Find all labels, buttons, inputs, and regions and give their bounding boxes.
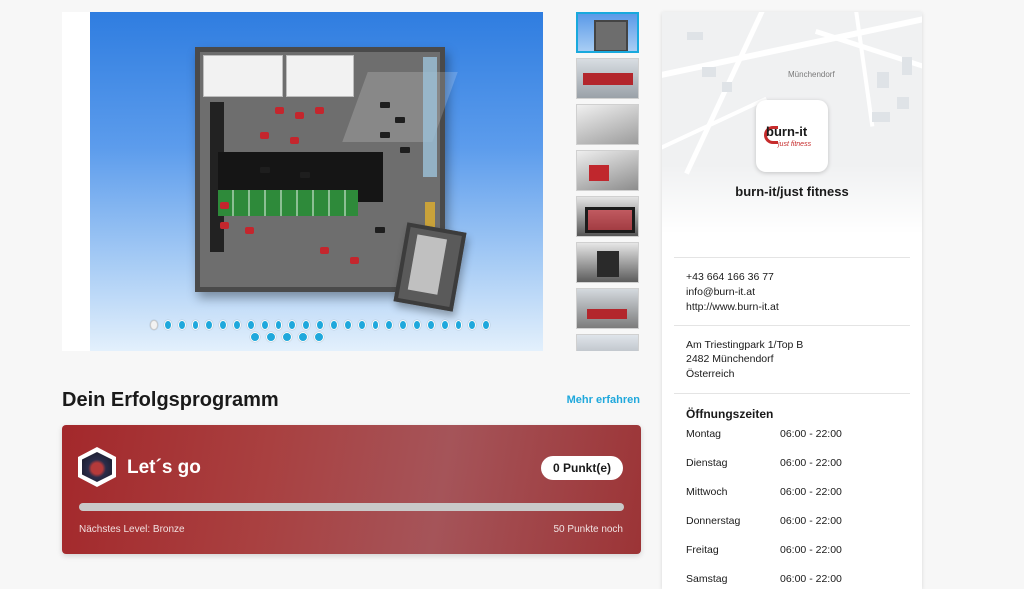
gallery-pagination-dot[interactable] <box>426 320 435 330</box>
gallery-pagination-dot[interactable] <box>150 320 158 330</box>
gallery-pagination-dot[interactable] <box>440 320 449 330</box>
gym-logo-text: burn-it <box>766 124 808 139</box>
gym-logo: burn-it just fitness <box>756 100 828 172</box>
weekday: Mittwoch <box>686 486 728 498</box>
gallery-main-image[interactable] <box>90 12 543 351</box>
weekday: Montag <box>686 428 722 440</box>
gallery-thumbnail[interactable] <box>576 58 639 99</box>
opening-hours-title: Öffnungszeiten <box>686 407 774 421</box>
opening-hours-row: Samstag 06:00 - 22:00 <box>686 573 906 587</box>
gallery-pagination-dot[interactable] <box>219 320 228 330</box>
gallery-thumbnail[interactable] <box>576 288 639 329</box>
opening-time: 06:00 - 22:00 <box>780 515 842 527</box>
opening-time: 06:00 - 22:00 <box>780 428 842 440</box>
gallery-pagination-dot[interactable] <box>399 320 408 330</box>
gallery-pagination-dot[interactable] <box>314 332 324 342</box>
weekday: Donnerstag <box>686 515 741 527</box>
email-link[interactable]: info@burn-it.at <box>686 286 755 298</box>
gallery-thumbnails <box>576 12 641 351</box>
gallery-pagination-dot[interactable] <box>482 320 491 330</box>
gallery-pagination-dot[interactable] <box>413 320 421 330</box>
phone-number[interactable]: +43 664 166 36 77 <box>686 271 774 283</box>
gallery-pagination-dot[interactable] <box>205 320 214 330</box>
opening-hours-row: Donnerstag 06:00 - 22:00 <box>686 515 906 529</box>
gallery-pagination-dot[interactable] <box>343 320 352 330</box>
weekday: Freitag <box>686 544 719 556</box>
program-card[interactable]: Let´s go 0 Punkt(e) Nächstes Level: Bron… <box>62 425 641 554</box>
opening-time: 06:00 - 22:00 <box>780 573 842 585</box>
gallery-pagination-dot[interactable] <box>468 320 477 330</box>
opening-hours-row: Montag 06:00 - 22:00 <box>686 428 906 442</box>
gallery-pagination-dot[interactable] <box>385 320 394 330</box>
gallery-pagination-dot[interactable] <box>250 332 260 342</box>
address-street: Am Triestingpark 1/Top B <box>686 339 804 351</box>
gallery-pagination-dot[interactable] <box>274 320 283 330</box>
gym-info-card: Münchendorf burn-it just fitness burn-it… <box>662 12 922 589</box>
gallery-pagination-dot[interactable] <box>260 320 269 330</box>
opening-hours-row: Mittwoch 06:00 - 22:00 <box>686 486 906 500</box>
divider <box>674 393 910 394</box>
gallery-pagination-dot[interactable] <box>282 332 292 342</box>
gallery-pagination-dot[interactable] <box>191 320 200 330</box>
opening-time: 06:00 - 22:00 <box>780 486 842 498</box>
gallery-pagination-dot[interactable] <box>233 320 241 330</box>
gallery-pagination-dot[interactable] <box>288 320 297 330</box>
opening-hours-row: Freitag 06:00 - 22:00 <box>686 544 906 558</box>
address-city: 2482 Münchendorf <box>686 353 774 365</box>
gallery <box>62 12 543 351</box>
opening-hours-row: Dienstag 06:00 - 22:00 <box>686 457 906 471</box>
gallery-pagination-dot[interactable] <box>357 320 366 330</box>
gallery-pagination-dot[interactable] <box>298 332 308 342</box>
level-name: Let´s go <box>127 457 201 478</box>
gallery-pagination-dot[interactable] <box>246 320 255 330</box>
gallery-pagination-dot[interactable] <box>163 320 172 330</box>
opening-time: 06:00 - 22:00 <box>780 544 842 556</box>
gallery-thumbnail[interactable] <box>576 150 639 191</box>
gallery-thumbnail[interactable] <box>576 12 639 53</box>
points-remaining-text: 50 Punkte noch <box>553 524 624 535</box>
program-section-title: Dein Erfolgsprogramm <box>62 389 279 411</box>
gallery-thumbnail[interactable] <box>576 104 639 145</box>
gallery-pagination-dot[interactable] <box>329 320 338 330</box>
gallery-thumbnail[interactable] <box>576 242 639 283</box>
gallery-pagination-dot[interactable] <box>302 320 311 330</box>
gallery-thumbnail[interactable] <box>576 334 639 351</box>
level-progress-bar <box>79 503 624 511</box>
gallery-thumbnail[interactable] <box>576 196 639 237</box>
gallery-pagination-dot[interactable] <box>316 320 324 330</box>
weekday: Samstag <box>686 573 728 585</box>
points-badge: 0 Punkt(e) <box>540 456 623 480</box>
gym-logo-subtext: just fitness <box>778 141 812 148</box>
weekday: Dienstag <box>686 457 728 469</box>
more-info-link[interactable]: Mehr erfahren <box>540 394 640 406</box>
map-place-label: Münchendorf <box>788 70 835 79</box>
divider <box>674 325 910 326</box>
website-link[interactable]: http://www.burn-it.at <box>686 301 779 313</box>
divider <box>674 257 910 258</box>
gallery-pagination <box>150 320 491 344</box>
gym-annex-render <box>393 222 467 312</box>
gym-name: burn-it/just fitness <box>735 184 849 199</box>
gallery-pagination-dot[interactable] <box>266 332 276 342</box>
gallery-pagination-dot[interactable] <box>177 320 186 330</box>
gallery-pagination-dot[interactable] <box>371 320 380 330</box>
gallery-pagination-dot[interactable] <box>454 320 463 330</box>
opening-time: 06:00 - 22:00 <box>780 457 842 469</box>
next-level-text: Nächstes Level: Bronze <box>79 524 185 535</box>
address-country: Österreich <box>686 368 735 380</box>
